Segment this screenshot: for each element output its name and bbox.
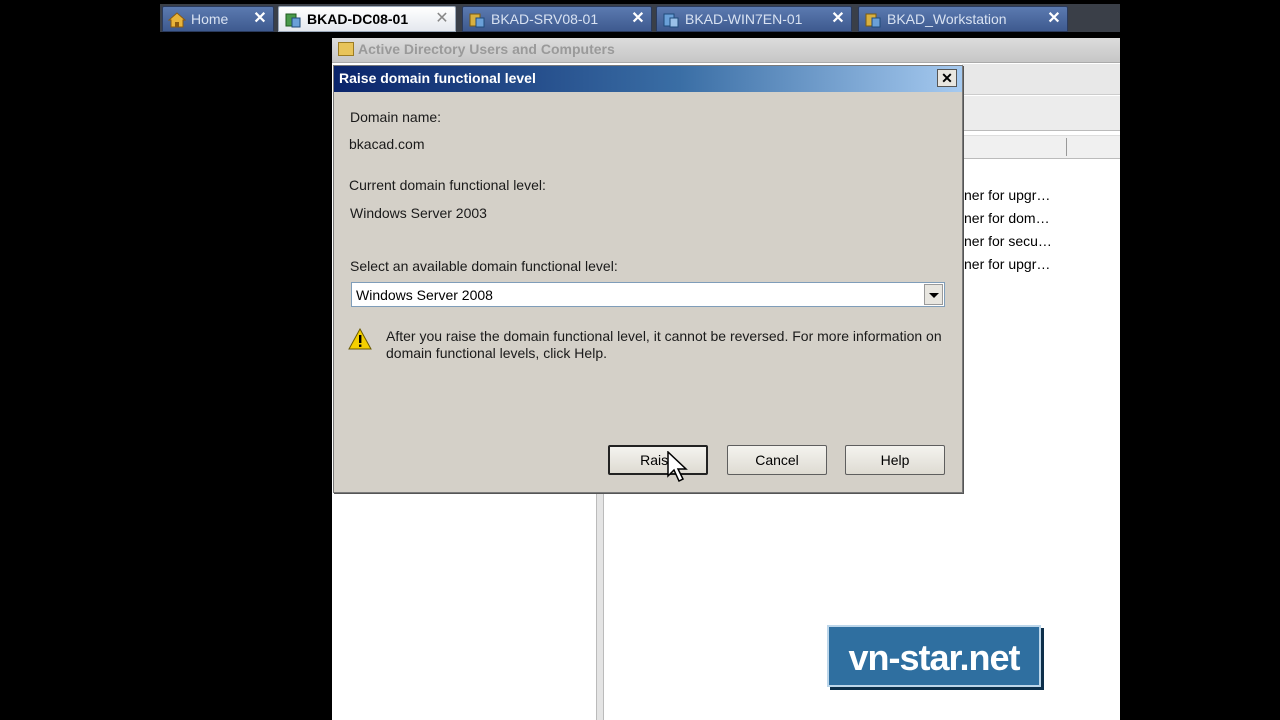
list-item[interactable]: ner for secu… (964, 230, 1052, 253)
functional-level-select[interactable]: Windows Server 2008 (351, 282, 945, 307)
help-button[interactable]: Help (845, 445, 945, 475)
close-button[interactable]: ✕ (937, 69, 957, 87)
domain-name-label: Domain name: (350, 109, 442, 125)
home-icon (168, 12, 186, 28)
dialog-title-bar[interactable]: Raise domain functional level ✕ (334, 66, 962, 92)
current-level-label: Current domain functional level: (349, 177, 546, 193)
selected-level: Windows Server 2008 (356, 287, 493, 303)
list-item[interactable]: ner for upgr… (964, 253, 1052, 276)
ad-column-header[interactable] (962, 135, 1120, 159)
raise-button[interactable]: Raise (608, 445, 708, 475)
close-icon[interactable]: ✕ (435, 7, 449, 31)
chevron-down-icon (929, 293, 939, 298)
tab-label: BKAD-SRV08-01 (491, 11, 599, 27)
mouse-cursor-icon (667, 451, 688, 483)
tab-label: Home (191, 11, 229, 27)
list-item[interactable]: ner for dom… (964, 207, 1052, 230)
ad-title-bar: Active Directory Users and Computers (332, 38, 1120, 63)
raise-domain-functional-level-dialog: Raise domain functional level ✕ Domain n… (333, 65, 963, 493)
warning-message: After you raise the domain functional le… (386, 328, 942, 361)
watermark-logo: vn-star.net (827, 625, 1041, 687)
warning-icon (348, 328, 372, 350)
tab-label: BKAD-DC08-01 (307, 11, 409, 27)
ad-list: ner for upgr… ner for dom… ner for secu…… (964, 184, 1052, 276)
tab-home[interactable]: Home ✕ (162, 6, 274, 32)
server-icon (663, 13, 679, 28)
tab-bkad-workstation[interactable]: BKAD_Workstation ✕ (858, 6, 1068, 32)
server-icon (865, 13, 881, 28)
tab-bkad-win7en-01[interactable]: BKAD-WIN7EN-01 ✕ (656, 6, 852, 32)
ad-window-title: Active Directory Users and Computers (358, 41, 615, 57)
dialog-title: Raise domain functional level (339, 70, 536, 86)
domain-name-value: bkacad.com (349, 136, 425, 152)
close-icon[interactable]: ✕ (253, 7, 267, 31)
server-icon (285, 13, 301, 28)
ad-toolbar (962, 96, 1120, 131)
current-level-value: Windows Server 2003 (350, 205, 487, 221)
tab-label: BKAD-WIN7EN-01 (685, 11, 803, 27)
list-item[interactable]: ner for upgr… (964, 184, 1052, 207)
select-level-label: Select an available domain functional le… (350, 258, 618, 274)
server-icon (469, 13, 485, 28)
tab-label: BKAD_Workstation (887, 11, 1007, 27)
close-icon[interactable]: ✕ (831, 7, 845, 31)
close-icon[interactable]: ✕ (631, 7, 645, 31)
close-icon[interactable]: ✕ (1047, 7, 1061, 31)
column-separator[interactable] (1066, 138, 1067, 156)
dropdown-button[interactable] (924, 284, 943, 305)
ad-menu-bar (962, 64, 1120, 95)
pane-splitter[interactable] (596, 493, 604, 720)
tab-bkad-srv08-01[interactable]: BKAD-SRV08-01 ✕ (462, 6, 652, 32)
cancel-button[interactable]: Cancel (727, 445, 827, 475)
folder-icon (338, 42, 354, 56)
tab-strip: Home ✕ BKAD-DC08-01 ✕ BKAD-SRV08-01 ✕ BK… (160, 4, 1120, 32)
watermark-text: vn-star.net (848, 637, 1020, 678)
tab-bkad-dc08-01[interactable]: BKAD-DC08-01 ✕ (278, 6, 456, 32)
